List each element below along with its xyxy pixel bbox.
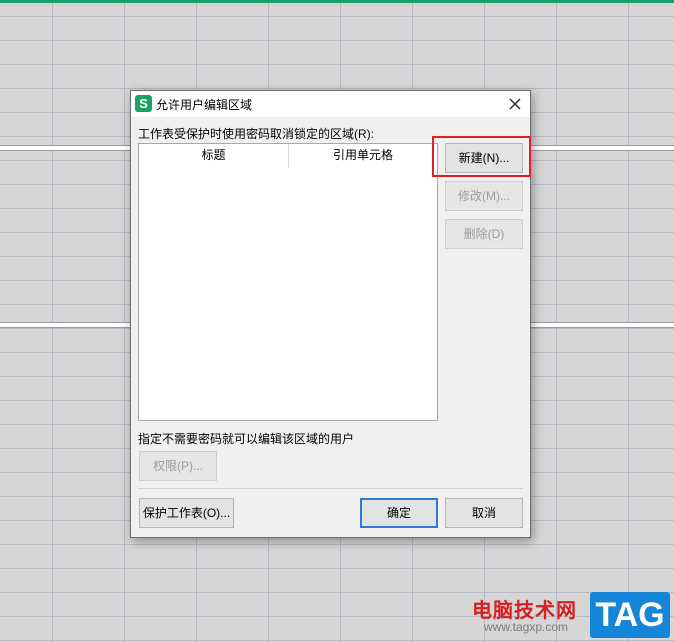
users-label: 指定不需要密码就可以编辑该区域的用户 (138, 432, 355, 446)
dialog-divider (138, 488, 523, 489)
protect-sheet-button[interactable]: 保护工作表(O)... (139, 498, 234, 528)
delete-button[interactable]: 删除(D) (445, 219, 523, 249)
close-icon (509, 98, 521, 110)
ranges-list[interactable]: 标题 引用单元格 (138, 143, 438, 421)
cancel-button[interactable]: 取消 (445, 498, 523, 528)
sheet-top-accent (0, 0, 674, 3)
column-header-title[interactable]: 标题 (139, 144, 289, 168)
ranges-label: 工作表受保护时使用密码取消锁定的区域(R): (138, 127, 374, 141)
watermark-url: www.tagxp.com (484, 620, 569, 634)
dialog-title: 允许用户编辑区域 (156, 98, 253, 112)
column-header-ref-cells[interactable]: 引用单元格 (289, 144, 437, 168)
close-button[interactable] (504, 93, 526, 115)
ok-button[interactable]: 确定 (360, 498, 438, 528)
dialog-titlebar: S 允许用户编辑区域 (131, 91, 530, 117)
modify-button[interactable]: 修改(M)... (445, 181, 523, 211)
new-button-highlight (432, 136, 531, 177)
app-icon: S (135, 95, 152, 112)
watermark-badge: TAG (590, 592, 670, 638)
watermark-text: 电脑技术网 (472, 598, 577, 622)
permissions-button[interactable]: 权限(P)... (139, 451, 217, 481)
